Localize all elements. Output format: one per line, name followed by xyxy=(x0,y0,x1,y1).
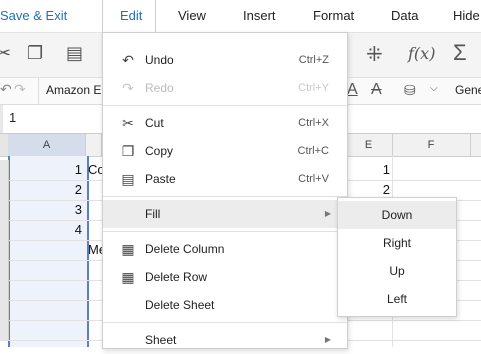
menu-view[interactable]: View xyxy=(178,0,206,32)
cell-a2[interactable]: 2 xyxy=(10,180,82,200)
menu-item-label: Paste xyxy=(145,172,176,186)
chevron-down-icon[interactable]: ⌵ xyxy=(430,83,438,94)
fill-submenu: Down Right Up Left xyxy=(337,197,457,317)
row-header[interactable] xyxy=(0,180,9,200)
fill-color-icon[interactable]: ⛁ xyxy=(404,82,416,99)
sum-icon[interactable]: Σ xyxy=(453,40,467,66)
menu-item-label: Sheet xyxy=(145,333,177,347)
shortcut-label: Ctrl+V xyxy=(298,173,329,185)
chevron-right-icon: ▶ xyxy=(324,209,331,218)
menu-item-copy[interactable]: ❐ Copy Ctrl+C xyxy=(103,137,347,165)
redo-icon: ↷ xyxy=(122,80,134,96)
delete-row-icon: ▦ xyxy=(121,269,135,285)
row-header[interactable] xyxy=(0,200,9,220)
undo-icon[interactable]: ↶ xyxy=(0,81,12,98)
menu-item-undo[interactable]: ↶ Undo Ctrl+Z xyxy=(103,46,347,74)
submenu-item-down[interactable]: Down xyxy=(338,201,456,229)
menu-data[interactable]: Data xyxy=(391,0,418,32)
menu-edit-tab[interactable]: Edit xyxy=(102,0,156,33)
shortcut-label: Ctrl+Y xyxy=(298,82,329,94)
menu-item-sheet[interactable]: Sheet ▶ xyxy=(103,326,347,354)
scissors-icon: ✂ xyxy=(122,115,134,131)
column-header-b[interactable] xyxy=(85,134,102,156)
row-header[interactable] xyxy=(0,240,9,260)
shortcut-label: Ctrl+X xyxy=(298,117,329,129)
menu-item-label: Cut xyxy=(145,116,164,130)
name-box[interactable] xyxy=(0,105,3,133)
menu-item-delete-row[interactable]: ▦ Delete Row xyxy=(103,263,347,291)
menu-item-redo[interactable]: ↷ Redo Ctrl+Y xyxy=(103,74,347,102)
row-header[interactable] xyxy=(0,220,9,240)
delete-column-icon: ▦ xyxy=(121,241,135,257)
menu-item-label: Redo xyxy=(145,81,174,95)
shortcut-label: Ctrl+C xyxy=(297,145,329,157)
row-header[interactable] xyxy=(0,260,9,280)
menu-item-delete-column[interactable]: ▦ Delete Column xyxy=(103,235,347,263)
formula-input[interactable]: 1 xyxy=(9,110,16,125)
cell-a4[interactable]: 4 xyxy=(10,220,82,240)
menu-item-label: Delete Column xyxy=(145,242,225,256)
menu-divider xyxy=(103,231,347,232)
number-format-select[interactable]: Gene xyxy=(455,83,481,97)
column-header-a[interactable]: A xyxy=(8,134,86,156)
cell-a1[interactable]: 1 xyxy=(10,160,82,180)
row-header[interactable] xyxy=(0,280,9,300)
edit-menu: ↶ Undo Ctrl+Z ↷ Redo Ctrl+Y ✂ Cut Ctrl+X… xyxy=(102,32,348,349)
menu-divider xyxy=(103,196,347,197)
menu-item-label: Copy xyxy=(145,144,174,158)
submenu-item-left[interactable]: Left xyxy=(338,285,456,313)
save-exit-button[interactable]: Save & Exit xyxy=(0,0,67,32)
menu-divider xyxy=(103,105,347,106)
row-header[interactable] xyxy=(0,300,9,320)
cell-e1[interactable]: 1 xyxy=(346,160,390,180)
copy-icon[interactable]: ❐ xyxy=(27,43,43,64)
menu-item-cut[interactable]: ✂ Cut Ctrl+X xyxy=(103,109,347,137)
function-icon[interactable]: f(x) xyxy=(408,44,435,63)
font-color-icon[interactable]: A xyxy=(347,81,358,99)
paste-icon[interactable]: ▤ xyxy=(66,43,83,64)
column-header-f[interactable]: F xyxy=(392,134,471,156)
menu-divider xyxy=(103,322,347,323)
undo-icon: ↶ xyxy=(122,52,134,68)
menu-format[interactable]: Format xyxy=(313,0,354,32)
menu-item-delete-sheet[interactable]: Delete Sheet xyxy=(103,291,347,319)
submenu-item-up[interactable]: Up xyxy=(338,257,456,285)
menu-item-fill[interactable]: Fill ▶ xyxy=(103,200,347,228)
strikethrough-icon[interactable]: A xyxy=(371,81,382,99)
menu-item-label: Fill xyxy=(145,207,161,221)
cell-a3[interactable]: 3 xyxy=(10,200,82,220)
row-header[interactable] xyxy=(0,320,9,340)
submenu-item-right[interactable]: Right xyxy=(338,229,456,257)
font-name-select[interactable]: Amazon E xyxy=(46,83,101,97)
chevron-right-icon: ▶ xyxy=(324,335,331,344)
clipboard-icon: ▤ xyxy=(121,171,135,187)
menu-hide[interactable]: Hide xyxy=(453,0,480,32)
menu-bar: Save & Exit Edit View Insert Format Data… xyxy=(0,0,481,33)
shortcut-label: Ctrl+Z xyxy=(298,54,329,66)
menu-item-label: Undo xyxy=(145,53,174,67)
menu-item-paste[interactable]: ▤ Paste Ctrl+V xyxy=(103,165,347,193)
menu-item-label: Delete Sheet xyxy=(145,298,215,312)
redo-icon[interactable]: ↷ xyxy=(14,81,26,98)
copy-icon: ❐ xyxy=(121,143,135,159)
merge-cells-icon[interactable]: ⁜ xyxy=(366,42,383,67)
menu-edit-label: Edit xyxy=(120,8,143,23)
divider xyxy=(38,78,39,104)
column-header-e[interactable]: E xyxy=(345,134,393,156)
cut-icon[interactable]: ✂ xyxy=(0,43,11,64)
menu-insert[interactable]: Insert xyxy=(243,0,276,32)
menu-item-label: Delete Row xyxy=(145,270,208,284)
row-header[interactable] xyxy=(0,160,9,180)
